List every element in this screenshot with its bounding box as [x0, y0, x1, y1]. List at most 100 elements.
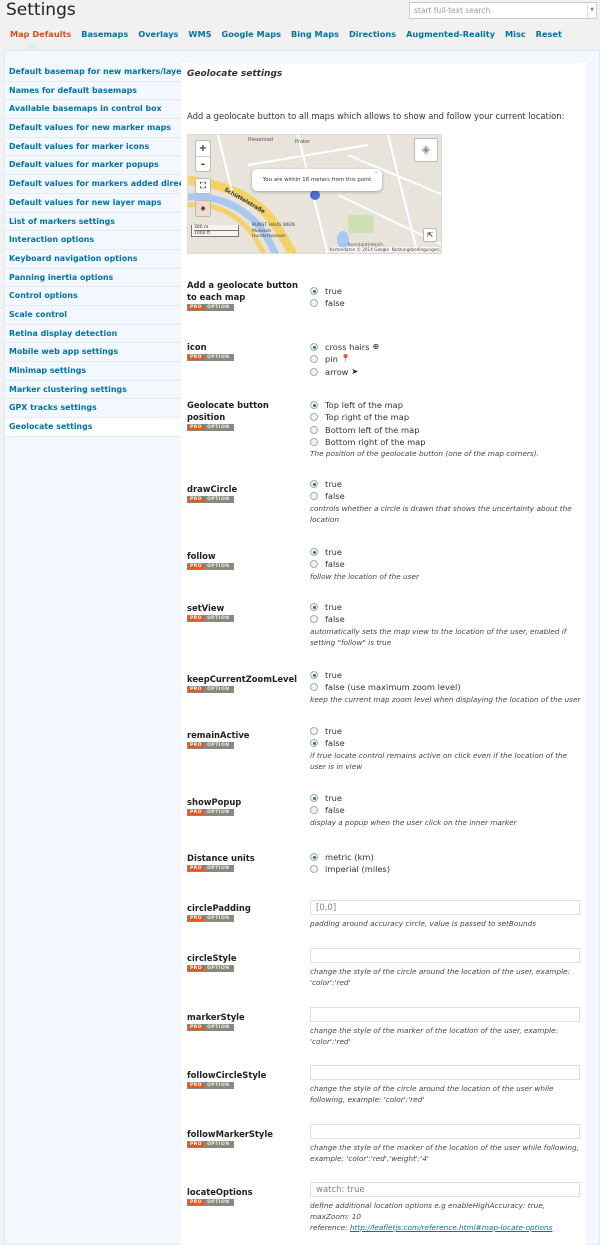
radio-button[interactable]: [310, 671, 318, 680]
radio-option[interactable]: metric (km): [310, 851, 582, 863]
radio-button[interactable]: [310, 683, 318, 692]
sidebar-item[interactable]: Keyboard navigation options: [5, 249, 181, 269]
radio-button[interactable]: [310, 401, 318, 410]
radio-button[interactable]: [310, 287, 318, 296]
setting-input[interactable]: [310, 1124, 580, 1139]
radio-option[interactable]: Bottom left of the map: [310, 424, 582, 436]
radio-option[interactable]: imperial (miles): [310, 863, 582, 875]
search-input[interactable]: start full-text search ▼: [409, 2, 597, 19]
radio-button[interactable]: [310, 794, 318, 803]
radio-button[interactable]: [310, 438, 318, 447]
tab-wms[interactable]: WMS: [188, 29, 211, 39]
radio-button[interactable]: [310, 480, 318, 489]
sidebar-item[interactable]: Retina display detection: [5, 324, 181, 344]
radio-option[interactable]: true: [310, 669, 582, 681]
map-preview[interactable]: Riesenrad Prater Schüttelstraße KUNST HA…: [187, 134, 442, 254]
sidebar-item[interactable]: List of markers settings: [5, 212, 181, 232]
sidebar-item[interactable]: Control options: [5, 287, 181, 306]
layers-icon[interactable]: ◈: [414, 138, 438, 162]
setting-input[interactable]: [310, 1065, 580, 1080]
sidebar-item[interactable]: Minimap settings: [5, 362, 181, 381]
tab-google-maps[interactable]: Google Maps: [222, 29, 281, 39]
setting-input[interactable]: [310, 948, 580, 963]
radio-button[interactable]: [310, 727, 318, 736]
radio-option[interactable]: false: [310, 558, 582, 570]
pro-option-badge: PRO OPTION: [187, 563, 234, 570]
section-title: Geolocate settings: [187, 69, 283, 79]
radio-option[interactable]: Top left of the map: [310, 399, 582, 411]
location-popup: You are within 16 meters from this point…: [252, 169, 382, 191]
radio-button[interactable]: [310, 343, 318, 352]
radio-option[interactable]: false: [310, 804, 582, 816]
setting-input[interactable]: [310, 1182, 580, 1197]
radio-option[interactable]: cross hairs ⊕: [310, 341, 582, 353]
radio-button[interactable]: [310, 367, 318, 376]
setting-input[interactable]: [310, 900, 580, 915]
radio-button[interactable]: [310, 413, 318, 422]
setting-description: automatically sets the map view to the l…: [310, 626, 567, 647]
sidebar-item[interactable]: Panning inertia options: [5, 268, 181, 288]
radio-option[interactable]: false (use maximum zoom level): [310, 681, 582, 693]
zoom-out-button[interactable]: -: [196, 157, 210, 172]
radio-option[interactable]: true: [310, 601, 582, 613]
dropdown-arrow-icon[interactable]: ▼: [587, 3, 596, 18]
sidebar-item[interactable]: Default values for marker icons: [5, 137, 181, 157]
radio-option[interactable]: true: [310, 285, 582, 297]
popup-close-icon[interactable]: ×: [373, 162, 378, 184]
radio-button[interactable]: [310, 425, 318, 434]
sidebar-item[interactable]: Default values for marker popups: [5, 156, 181, 176]
radio-button[interactable]: [310, 603, 318, 612]
radio-option[interactable]: true: [310, 546, 582, 558]
radio-button[interactable]: [310, 548, 318, 557]
radio-button[interactable]: [310, 299, 318, 308]
radio-option[interactable]: true: [310, 478, 582, 490]
sidebar-item[interactable]: Default basemap for new markers/layers: [5, 63, 190, 82]
radio-option[interactable]: true: [310, 792, 582, 804]
setting-description: keep the current map zoom level when dis…: [310, 694, 581, 704]
radio-option[interactable]: true: [310, 725, 582, 737]
radio-option[interactable]: false: [310, 297, 582, 309]
tab-bing-maps[interactable]: Bing Maps: [291, 29, 339, 39]
radio-button[interactable]: [310, 560, 318, 569]
tab-bar: Map Defaults Basemaps Overlays WMS Google Ma…: [10, 29, 562, 39]
radio-option[interactable]: Top right of the map: [310, 411, 582, 423]
radio-button[interactable]: [310, 615, 318, 624]
radio-button[interactable]: [310, 355, 318, 364]
terms-link[interactable]: Nutzungsbedingungen: [392, 247, 439, 252]
sidebar-item[interactable]: Default values for new marker maps: [5, 119, 181, 138]
sidebar-item[interactable]: Scale control: [5, 305, 181, 325]
radio-option[interactable]: false: [310, 737, 582, 749]
sidebar-item[interactable]: Names for default basemaps: [5, 81, 181, 101]
minimap-toggle-icon[interactable]: ⇱: [423, 228, 437, 242]
radio-button[interactable]: [310, 865, 318, 874]
sidebar-item[interactable]: GPX tracks settings: [5, 399, 181, 419]
radio-button[interactable]: [310, 492, 318, 501]
tab-directions[interactable]: Directions: [349, 29, 396, 39]
sidebar-item[interactable]: Geolocate settings: [5, 418, 181, 437]
geolocate-button[interactable]: ◉: [195, 200, 211, 217]
tab-reset[interactable]: Reset: [536, 29, 562, 39]
sidebar-item[interactable]: Available basemaps in control box: [5, 100, 181, 120]
fullscreen-button[interactable]: ⛶: [195, 178, 211, 194]
sidebar-item[interactable]: Default values for new layer maps: [5, 193, 181, 213]
zoom-in-button[interactable]: +: [196, 141, 210, 157]
tab-augmented-reality[interactable]: Augmented-Reality: [406, 29, 495, 39]
radio-option[interactable]: pin 📍: [310, 353, 582, 365]
tab-overlays[interactable]: Overlays: [138, 29, 178, 39]
setting-input[interactable]: [310, 1007, 580, 1022]
sidebar-item[interactable]: Marker clustering settings: [5, 380, 181, 400]
sidebar-item[interactable]: Interaction options: [5, 231, 181, 250]
sidebar-item[interactable]: Mobile web app settings: [5, 343, 181, 362]
tab-basemaps[interactable]: Basemaps: [81, 29, 128, 39]
radio-option[interactable]: Bottom right of the map: [310, 436, 582, 448]
radio-option[interactable]: arrow ➤: [310, 366, 582, 378]
radio-button[interactable]: [310, 739, 318, 748]
reference-link[interactable]: http://leafletjs.com/reference.html#map-…: [350, 1223, 553, 1232]
radio-option[interactable]: false: [310, 613, 582, 625]
tab-misc[interactable]: Misc: [505, 29, 526, 39]
sidebar-item[interactable]: Default values for markers added directl…: [5, 175, 195, 194]
radio-button[interactable]: [310, 853, 318, 862]
tab-map-defaults[interactable]: Map Defaults: [10, 29, 71, 39]
radio-option[interactable]: false: [310, 490, 582, 502]
radio-button[interactable]: [310, 806, 318, 815]
